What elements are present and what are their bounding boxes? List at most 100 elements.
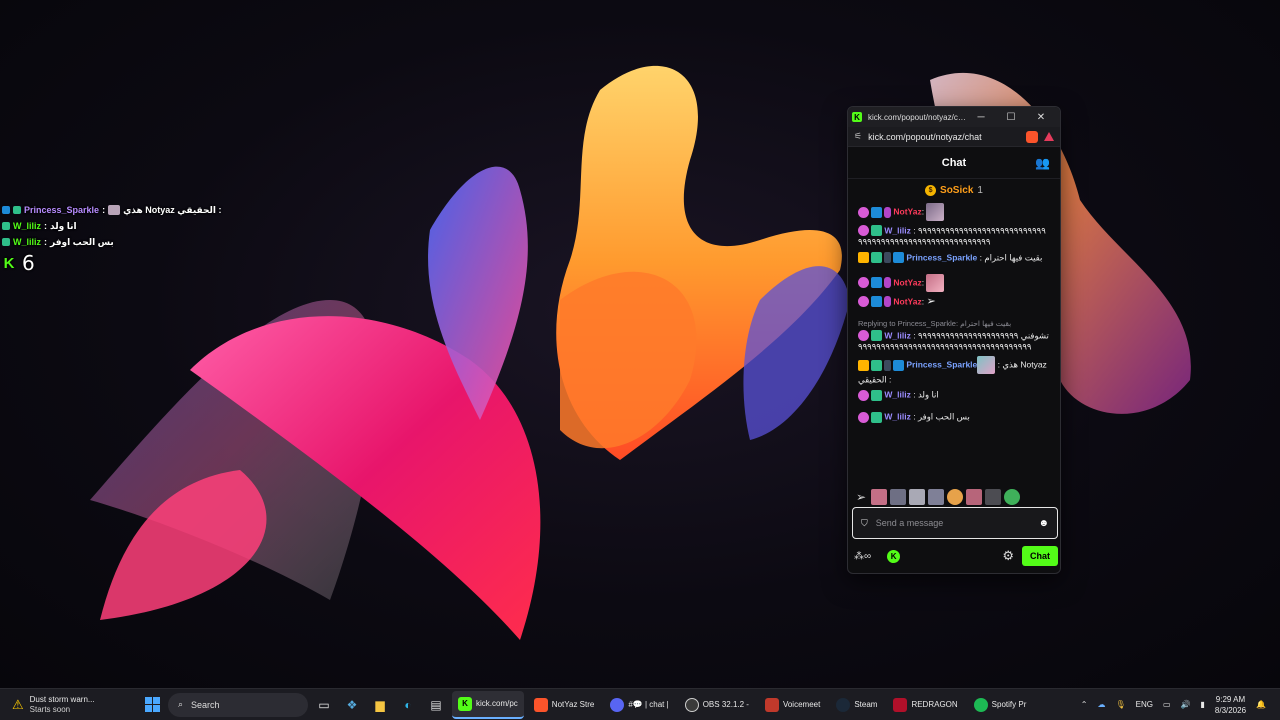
overlay-separator: : xyxy=(102,205,106,215)
windows-logo-icon xyxy=(144,697,160,712)
chat-message[interactable]: Replying to Princess_Sparkle: بقيت فيها … xyxy=(858,318,1049,353)
viewer-count-value: 6 xyxy=(22,251,35,275)
window-titlebar[interactable]: K kick.com/popout/notyaz/ch... ─ ☐ ✕ xyxy=(848,107,1060,127)
clock[interactable]: 9:29 AM 8/3/2026 xyxy=(1215,694,1246,716)
site-settings-icon[interactable]: ⚟ xyxy=(854,131,862,142)
shield-icon[interactable]: ⛉ xyxy=(861,518,868,529)
chat-message[interactable]: NotYaz: xyxy=(858,203,1049,221)
og-badge-icon xyxy=(871,225,882,237)
user-list-icon[interactable]: 👥 xyxy=(1035,156,1050,170)
microphone-icon[interactable]: 🎙 xyxy=(1115,700,1125,709)
message-username[interactable]: Princess_Sparkle xyxy=(906,360,977,370)
taskbar-app-steam[interactable]: Steam xyxy=(830,691,883,719)
message-username[interactable]: W_liliz xyxy=(884,330,910,340)
taskbar-app-kick[interactable]: K kick.com/pc xyxy=(452,690,524,719)
obs-icon xyxy=(684,697,699,712)
chat-message[interactable]: NotYaz: ➢ xyxy=(858,294,1049,314)
vip-badge-icon xyxy=(884,251,891,263)
steam-icon xyxy=(836,697,851,712)
emote-icon[interactable] xyxy=(890,489,907,505)
minimize-icon[interactable]: ─ xyxy=(966,112,996,123)
message-username[interactable]: Princess_Sparkle xyxy=(906,252,977,262)
network-icon[interactable]: ▭ xyxy=(1163,700,1171,709)
chat-message[interactable]: Princess_Sparkle : هذي Notyaz الحقيقي : xyxy=(858,356,1049,385)
message-username[interactable]: NotYaz xyxy=(893,277,921,287)
overlay-username: W_liliz xyxy=(13,237,42,247)
send-arrow-emote-icon[interactable]: ➢ xyxy=(856,490,866,504)
message-input[interactable] xyxy=(875,518,1031,528)
edge-icon[interactable]: ◐ xyxy=(396,693,420,717)
start-button[interactable] xyxy=(140,693,164,717)
broadcaster-badge-icon xyxy=(884,295,891,307)
emote-icon[interactable] xyxy=(966,489,983,505)
file-explorer-icon[interactable]: ▆ xyxy=(368,693,392,717)
taskbar-app-voicemeeter[interactable]: Voicemeet xyxy=(759,691,826,719)
top-gifter-name: SoSick xyxy=(940,184,974,196)
emote-icon[interactable] xyxy=(947,489,964,505)
broadcaster-badge-icon xyxy=(884,277,891,288)
emote-icon xyxy=(926,273,945,292)
onedrive-icon[interactable]: ☁ xyxy=(1097,700,1105,709)
volume-icon[interactable]: 🔊 xyxy=(1181,700,1191,709)
brave-shield-icon[interactable] xyxy=(1026,130,1038,143)
message-username[interactable]: NotYaz xyxy=(893,296,921,306)
brave-rewards-icon[interactable] xyxy=(1044,132,1054,141)
taskbar-app-label: Steam xyxy=(854,700,878,709)
taskbar-search[interactable]: ⌕ Search xyxy=(168,692,308,717)
store-icon[interactable]: ▤ xyxy=(424,693,448,717)
message-username[interactable]: NotYaz xyxy=(893,207,921,217)
chat-message[interactable]: W_liliz : ٩٩٩٩٩٩٩٩٩٩٩٩٩٩٩٩٩٩٩٩٩٩٩٩٩٩٩٩٩٩… xyxy=(858,225,1049,248)
taskbar-app-label: Voicemeet xyxy=(782,700,821,709)
task-view-icon[interactable]: ▭ xyxy=(312,693,336,717)
emote-icon[interactable] xyxy=(909,489,926,505)
chat-settings-gear-icon[interactable]: ⚙ xyxy=(1002,548,1014,564)
chat-message-list[interactable]: NotYaz: W_liliz : ٩٩٩٩٩٩٩٩٩٩٩٩٩٩٩٩٩٩٩٩٩٩… xyxy=(848,203,1053,485)
taskbar-app-label: Spotify Pr xyxy=(991,700,1027,709)
message-username[interactable]: W_liliz xyxy=(884,390,910,400)
message-text: : بس الحب اوفر xyxy=(913,411,970,422)
notifications-bell-icon[interactable]: 🔔 xyxy=(1256,700,1266,709)
weather-widget[interactable]: ⚠ Dust storm warn... Starts soon xyxy=(0,695,140,715)
emote-icon[interactable] xyxy=(871,489,888,505)
subscriber-badge-icon xyxy=(858,277,869,288)
taskbar-app-spotify[interactable]: Spotify Pr xyxy=(968,691,1033,719)
overlay-username: Princess_Sparkle xyxy=(24,205,100,215)
chat-message[interactable]: W_liliz : انا ولد xyxy=(858,389,1049,407)
language-indicator[interactable]: ENG xyxy=(1136,700,1153,709)
message-composer[interactable]: ⛉ ☻ xyxy=(852,507,1058,539)
system-tray: ⌃ ☁ 🎙 ENG ▭ 🔊 ▮ 9:29 AM 8/3/2026 🔔 xyxy=(1081,694,1280,716)
chat-message[interactable]: NotYaz: xyxy=(858,273,1049,292)
battery-icon[interactable]: ▮ xyxy=(1200,700,1204,709)
emote-icon[interactable] xyxy=(1004,489,1021,505)
taskbar-app-redragon[interactable]: REDRAGON xyxy=(887,691,963,719)
chat-message[interactable]: W_liliz : بس الحب اوفر xyxy=(858,411,1049,429)
og-badge-icon xyxy=(871,411,882,423)
chevron-up-icon[interactable]: ⌃ xyxy=(1081,700,1088,709)
message-username[interactable]: W_liliz xyxy=(884,225,910,235)
og-badge-icon xyxy=(871,251,882,263)
reply-context[interactable]: Replying to Princess_Sparkle: بقيت فيها … xyxy=(858,318,1049,329)
taskbar-app-brave[interactable]: NotYaz Stre xyxy=(528,691,601,719)
channel-points-icon[interactable]: ⁂∞ xyxy=(854,551,871,562)
close-icon[interactable]: ✕ xyxy=(1026,112,1056,123)
copilot-icon[interactable]: ❖ xyxy=(340,693,364,717)
emote-icon[interactable] xyxy=(928,489,945,505)
message-username[interactable]: W_liliz xyxy=(884,412,910,422)
taskbar-app-obs[interactable]: OBS 32.1.2 - xyxy=(679,691,755,719)
send-chat-button[interactable]: Chat xyxy=(1022,546,1058,566)
url-text[interactable]: kick.com/popout/notyaz/chat xyxy=(868,132,1020,142)
emote-icon[interactable] xyxy=(985,489,1002,505)
address-bar[interactable]: ⚟ kick.com/popout/notyaz/chat xyxy=(848,127,1060,147)
clock-date: 8/3/2026 xyxy=(1214,705,1247,715)
og-badge-icon xyxy=(871,359,882,371)
maximize-icon[interactable]: ☐ xyxy=(996,112,1026,123)
overlay-text: هذي Notyaz الحقيقي : xyxy=(123,204,222,215)
tier-badge-icon xyxy=(893,251,904,263)
top-gifter-banner[interactable]: $ SoSick 1 xyxy=(848,179,1060,201)
emote-icon xyxy=(926,203,945,221)
chat-message[interactable]: Princess_Sparkle : بقيت فيها احترام xyxy=(858,251,1049,270)
send-arrow-emote-icon: ➢ xyxy=(926,294,936,307)
emoji-picker-icon[interactable]: ☻ xyxy=(1038,518,1049,529)
kick-rewards-icon[interactable]: K xyxy=(887,549,901,563)
taskbar-app-discord[interactable]: #💬 | chat | xyxy=(604,691,674,719)
